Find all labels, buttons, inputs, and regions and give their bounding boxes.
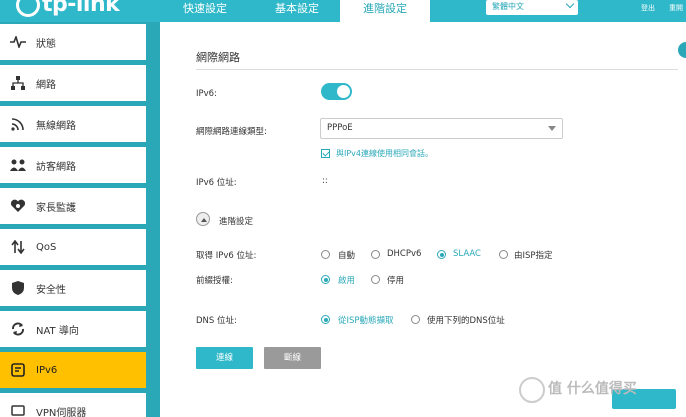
radio-prefix-enable[interactable] xyxy=(321,275,330,284)
heart-icon xyxy=(10,198,26,214)
chevron-down-icon xyxy=(565,0,575,9)
radio-dns-isp[interactable] xyxy=(321,315,330,324)
radio-prefix-disable-label: 停用 xyxy=(387,276,405,286)
same-session-label: 與IPv4連線使用相同會話。 xyxy=(336,149,434,158)
radio-dns-manual-label: 使用下列的DNS位址 xyxy=(427,316,505,326)
tp-link-logo: tp-link xyxy=(16,0,120,17)
radio-isp-label: 由ISP指定 xyxy=(514,251,553,261)
shield-icon xyxy=(10,280,26,296)
sidebar-item-status[interactable]: 狀態 xyxy=(0,24,146,60)
divider xyxy=(196,69,678,70)
sidebar-item-guest[interactable]: 訪客網路 xyxy=(0,147,146,183)
sidebar-item-label: 無線網路 xyxy=(36,120,76,132)
sidebar-item-label: NAT 導向 xyxy=(36,325,79,337)
tab-basic[interactable]: 基本設定 xyxy=(264,0,330,22)
sidebar-item-label: 狀態 xyxy=(36,38,56,50)
ipv6-addr-value: :: xyxy=(322,176,328,186)
section-title: 網際網路 xyxy=(196,51,240,64)
connect-button[interactable]: 連線 xyxy=(196,347,253,369)
qos-icon xyxy=(10,239,26,255)
sidebar-item-ipv6[interactable]: IPv6 xyxy=(0,352,146,388)
radio-dns-manual[interactable] xyxy=(411,315,420,324)
sidebar-item-parental[interactable]: 家長監護 xyxy=(0,188,146,224)
sidebar-item-label: 安全性 xyxy=(36,284,66,296)
disconnect-button[interactable]: 斷線 xyxy=(264,347,321,369)
sidebar-item-vpn[interactable]: VPN伺服器 xyxy=(0,393,146,417)
tab-quick-setup[interactable]: 快速設定 xyxy=(172,0,238,22)
radio-auto[interactable] xyxy=(321,250,330,259)
sidebar-item-qos[interactable]: QoS xyxy=(0,229,146,265)
radio-slaac-label: SLAAC xyxy=(453,249,481,259)
radio-auto-label: 自動 xyxy=(338,251,356,261)
nat-icon xyxy=(10,321,26,337)
top-bar: tp-link 快速設定 基本設定 進階設定 繁體中文 登出 重開 xyxy=(0,0,686,22)
sidebar-item-label: 網路 xyxy=(36,79,56,91)
ipv6-toggle[interactable] xyxy=(321,83,352,100)
main-panel: 網際網路 IPv6: 網際網路連線類型: PPPoE 與IPv4連線使用相同會話… xyxy=(160,22,686,417)
radio-prefix-enable-label: 啟用 xyxy=(338,276,356,286)
radio-dns-isp-label: 從ISP動態擷取 xyxy=(338,316,394,326)
pulse-icon xyxy=(10,34,26,50)
prefix-label: 前綴授權: xyxy=(196,276,233,286)
sidebar-item-nat[interactable]: NAT 導向 xyxy=(0,311,146,347)
sidebar-item-label: QoS xyxy=(36,241,57,253)
sidebar-item-label: 訪客網路 xyxy=(36,161,76,173)
reboot-icon[interactable]: 重開 xyxy=(664,3,686,13)
conn-type-select[interactable]: PPPoE xyxy=(320,118,563,139)
sidebar-item-label: VPN伺服器 xyxy=(36,407,87,417)
language-select[interactable]: 繁體中文 xyxy=(486,0,578,15)
ipv6-icon xyxy=(10,362,26,378)
help-icon[interactable] xyxy=(678,42,686,58)
ipv6-addr-label: IPv6 位址: xyxy=(196,178,237,188)
sidebar-item-network[interactable]: 網路 xyxy=(0,65,146,101)
logout-icon[interactable]: 登出 xyxy=(636,3,660,13)
conn-type-label: 網際網路連線類型: xyxy=(196,127,267,137)
get-addr-label: 取得 IPv6 位址: xyxy=(196,251,257,261)
caret-down-icon xyxy=(548,126,556,131)
sidebar-item-label: IPv6 xyxy=(36,364,58,376)
same-session-checkbox[interactable] xyxy=(321,149,330,158)
radio-dhcpv6[interactable] xyxy=(371,250,380,259)
radio-slaac[interactable] xyxy=(437,250,446,259)
radio-dhcpv6-label: DHCPv6 xyxy=(387,249,422,259)
toggle-knob xyxy=(337,85,350,98)
sidebar-item-label: 家長監護 xyxy=(36,202,76,214)
ipv6-label: IPv6: xyxy=(196,89,217,99)
tab-advanced[interactable]: 進階設定 xyxy=(340,0,430,22)
collapse-icon[interactable] xyxy=(196,212,210,226)
radio-isp[interactable] xyxy=(499,250,508,259)
wifi-icon xyxy=(10,116,26,132)
radio-prefix-disable[interactable] xyxy=(371,275,380,284)
sidebar-item-wireless[interactable]: 無線網路 xyxy=(0,106,146,142)
network-icon xyxy=(10,75,26,91)
sidebar: 狀態 網路 無線網路 訪客網路 家長監護 QoS 安全性 NAT 導向 IPv6… xyxy=(0,22,152,417)
dns-label: DNS 位址: xyxy=(196,316,237,326)
sidebar-item-security[interactable]: 安全性 xyxy=(0,270,146,306)
vpn-icon xyxy=(10,403,26,417)
watermark-logo xyxy=(519,377,545,403)
guest-icon xyxy=(10,157,26,173)
watermark-text: 值 什么值得买 xyxy=(548,381,637,397)
advanced-label[interactable]: 進階設定 xyxy=(219,215,253,227)
